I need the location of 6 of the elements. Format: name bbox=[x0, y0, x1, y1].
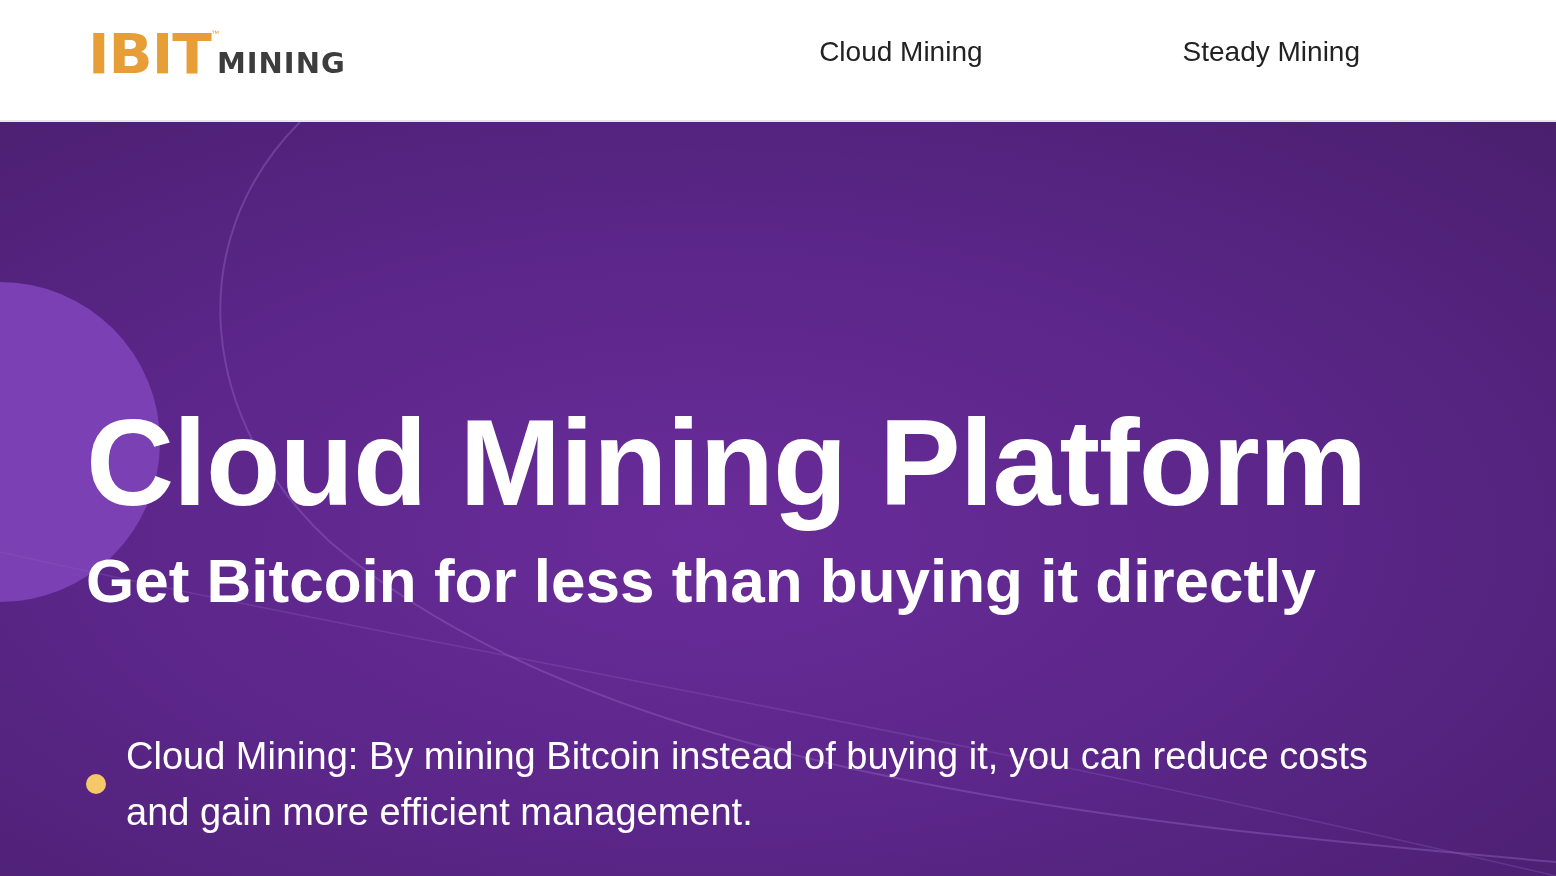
bullet-text: Cloud Mining: By mining Bitcoin instead of buying it, you can reduce costs and gain more efficient management. bbox=[126, 734, 1369, 835]
nav-link[interactable]: Cloud Mining bbox=[819, 36, 983, 68]
hero-subtitle: Get Bitcoin for less than buying it directly bbox=[86, 546, 1317, 616]
logo-wordmark-secondary: MINING bbox=[216, 49, 346, 77]
nav-link[interactable]: Steady Mining bbox=[1182, 36, 1360, 68]
logo-wordmark: IBIT bbox=[88, 32, 211, 76]
